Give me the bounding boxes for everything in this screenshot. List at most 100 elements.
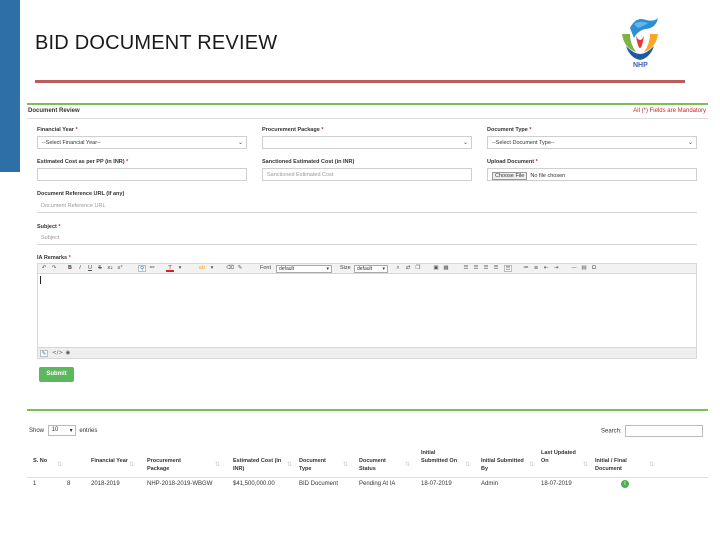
replace-icon[interactable]: ⇄ bbox=[404, 265, 412, 272]
clear-format-icon[interactable]: ⌫ bbox=[226, 265, 234, 272]
copy-icon[interactable]: ❐ bbox=[414, 265, 422, 272]
cell-sno: 1 bbox=[33, 481, 37, 487]
undo-icon[interactable]: ↶ bbox=[40, 265, 48, 272]
cell-id: 8 bbox=[67, 481, 71, 487]
remarks-editor[interactable] bbox=[37, 274, 697, 347]
logo-text: NHP bbox=[633, 62, 648, 69]
col-submitted-on[interactable]: Initial Submitted On bbox=[421, 449, 461, 465]
highlight-icon[interactable]: ab bbox=[198, 265, 206, 272]
text-color-icon[interactable]: T bbox=[166, 265, 174, 272]
font-label: Font bbox=[260, 265, 272, 271]
col-last-updated[interactable]: Last Updated On bbox=[541, 449, 577, 465]
panel-title: Document Review bbox=[28, 108, 80, 114]
table-header-divider bbox=[27, 477, 708, 478]
document-type-label: Document Type * bbox=[487, 127, 532, 133]
unlink-icon[interactable]: ⚯ bbox=[148, 265, 156, 272]
size-select[interactable]: default ▾ bbox=[354, 265, 388, 273]
editor-toolbar: ↶ ↷ B I U S x₂ x² ⚲ ⚯ T ▾ ab ▾ ⌫ ✎ Font … bbox=[37, 263, 697, 274]
subscript-icon[interactable]: x₂ bbox=[106, 265, 114, 272]
sort-icon[interactable]: ⇅ bbox=[465, 461, 470, 468]
cell-submitted-by: Admin bbox=[481, 481, 499, 487]
search-input[interactable] bbox=[624, 425, 703, 437]
upload-document-field[interactable]: Choose File No file chosen bbox=[487, 168, 697, 181]
image-icon[interactable]: ▣ bbox=[432, 265, 440, 272]
outdent-icon[interactable]: ⇤ bbox=[542, 265, 550, 272]
chevron-down-icon[interactable]: ▾ bbox=[176, 265, 184, 272]
financial-year-select[interactable]: --Select Financial Year-- ⌄ bbox=[37, 136, 247, 149]
chevron-down-icon: ⌄ bbox=[687, 140, 693, 146]
preview-mode-icon[interactable]: ◉ bbox=[64, 350, 72, 357]
panel-header: Document Review All (*) Fields are Manda… bbox=[27, 107, 708, 117]
horizontal-rule-icon[interactable]: — bbox=[570, 265, 578, 272]
col-procurement-package[interactable]: Procurement Package bbox=[147, 457, 203, 473]
align-full-icon[interactable]: ☰ bbox=[504, 265, 512, 272]
align-justify-icon[interactable]: ☰ bbox=[492, 265, 500, 272]
special-char-icon[interactable]: Ω bbox=[590, 265, 598, 272]
chevron-down-icon: ▾ bbox=[382, 266, 385, 272]
table-search: Search: bbox=[601, 425, 703, 437]
font-select[interactable]: default ▾ bbox=[276, 265, 332, 273]
numbered-list-icon[interactable]: ≡ bbox=[532, 265, 540, 272]
app-screenshot: Document Review All (*) Fields are Manda… bbox=[27, 103, 708, 491]
estimated-cost-field[interactable] bbox=[37, 168, 247, 181]
col-submitted-by[interactable]: Initial Submitted By bbox=[481, 457, 527, 473]
sort-icon[interactable]: ⇅ bbox=[405, 461, 410, 468]
sort-icon[interactable]: ⇅ bbox=[287, 461, 292, 468]
sort-icon[interactable]: ⇅ bbox=[649, 461, 654, 468]
reference-url-label: Document Reference URL (If any) bbox=[37, 191, 125, 197]
underline-icon[interactable]: U bbox=[86, 265, 94, 272]
strikethrough-icon[interactable]: S bbox=[96, 265, 104, 272]
panel-header-divider bbox=[27, 118, 708, 119]
procurement-package-select[interactable]: ⌄ bbox=[262, 136, 472, 149]
entries-select[interactable]: 10 ▾ bbox=[47, 425, 76, 436]
title-divider bbox=[35, 80, 685, 83]
sort-icon[interactable]: ⇅ bbox=[529, 461, 534, 468]
sort-icon[interactable]: ⇅ bbox=[215, 461, 220, 468]
upload-document-label: Upload Document * bbox=[487, 159, 538, 165]
find-icon[interactable]: ⌕ bbox=[394, 265, 402, 272]
bullet-list-icon[interactable]: ≔ bbox=[522, 265, 530, 272]
document-type-select[interactable]: --Select Document Type-- ⌄ bbox=[487, 136, 697, 149]
subject-input[interactable]: Subject bbox=[37, 232, 697, 245]
initial-document-badge[interactable]: I bbox=[621, 480, 629, 488]
col-final-document[interactable]: Initial / Final Document bbox=[595, 457, 641, 473]
align-center-icon[interactable]: ☰ bbox=[472, 265, 480, 272]
html-mode-icon[interactable]: </> bbox=[52, 350, 63, 357]
submit-button[interactable]: Submit bbox=[39, 367, 74, 382]
sort-icon[interactable]: ⇅ bbox=[57, 461, 62, 468]
col-document-status[interactable]: Document Status bbox=[359, 457, 399, 473]
subject-label: Subject * bbox=[37, 224, 61, 230]
indent-icon[interactable]: ⇥ bbox=[552, 265, 560, 272]
align-left-icon[interactable]: ☰ bbox=[462, 265, 470, 272]
edit-source-icon[interactable]: ✎ bbox=[236, 265, 244, 272]
redo-icon[interactable]: ↷ bbox=[50, 265, 58, 272]
mandatory-note: All (*) Fields are Mandatory bbox=[633, 108, 706, 114]
bold-icon[interactable]: B bbox=[66, 265, 74, 272]
design-mode-icon[interactable]: ✎ bbox=[40, 350, 48, 357]
align-right-icon[interactable]: ☰ bbox=[482, 265, 490, 272]
sort-icon[interactable]: ⇅ bbox=[343, 461, 348, 468]
sort-icon[interactable]: ⇅ bbox=[129, 461, 134, 468]
reference-url-input[interactable]: Document Reference URL bbox=[37, 200, 697, 213]
chevron-down-icon[interactable]: ▾ bbox=[208, 265, 216, 272]
sort-icon[interactable]: ⇅ bbox=[583, 461, 588, 468]
chevron-down-icon: ▾ bbox=[69, 428, 73, 434]
chevron-down-icon: ⌄ bbox=[462, 140, 468, 146]
col-estimated-cost[interactable]: Estimated Cost (in INR) bbox=[233, 457, 287, 473]
file-status-text: No file chosen bbox=[530, 173, 566, 179]
link-icon[interactable]: ⚲ bbox=[138, 265, 146, 272]
table-icon[interactable]: ▦ bbox=[442, 265, 450, 272]
superscript-icon[interactable]: x² bbox=[116, 265, 124, 272]
choose-file-button[interactable]: Choose File bbox=[492, 172, 528, 180]
sanctioned-cost-label: Sanctioned Estimated Cost (in INR) bbox=[262, 159, 355, 165]
col-document-type[interactable]: Document Type bbox=[299, 457, 339, 473]
col-financial-year[interactable]: Financial Year bbox=[91, 457, 131, 465]
col-sno[interactable]: S. No bbox=[33, 457, 53, 465]
remarks-label: IA Remarks * bbox=[37, 255, 71, 261]
cell-updated-on: 18-07-2019 bbox=[541, 481, 572, 487]
cell-package[interactable]: NHP-2018-2019-WBGW bbox=[147, 481, 212, 487]
cell-submitted-on: 18-07-2019 bbox=[421, 481, 452, 487]
italic-icon[interactable]: I bbox=[76, 265, 84, 272]
chart-icon[interactable]: ▤ bbox=[580, 265, 588, 272]
sanctioned-cost-field[interactable]: Sanctioned Estimated Cost bbox=[262, 168, 472, 181]
